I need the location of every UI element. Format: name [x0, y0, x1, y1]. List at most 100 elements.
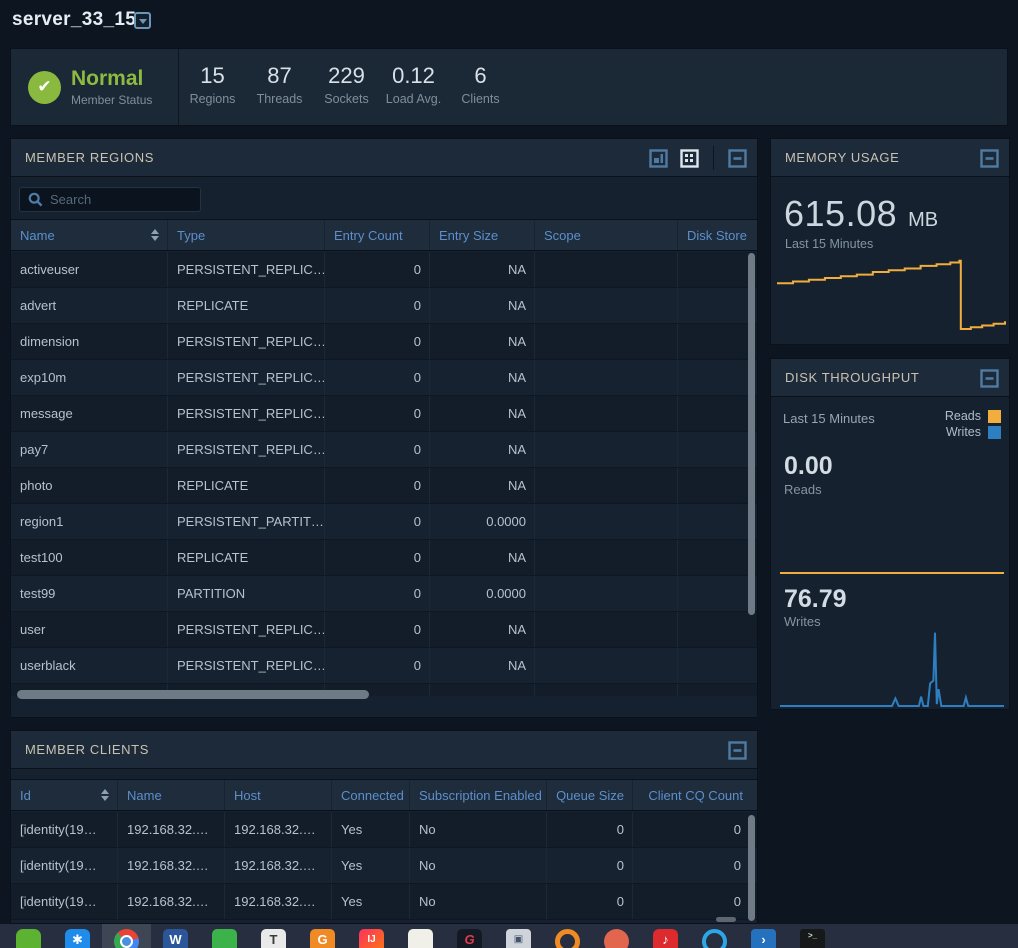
stat-value: 6	[447, 63, 514, 89]
regions-vertical-scrollbar[interactable]	[748, 253, 755, 615]
taskbar-icon-word[interactable]: W	[151, 924, 200, 948]
stat-label: Regions	[179, 92, 246, 106]
taskbar-icon-bluestar[interactable]: ✱	[53, 924, 102, 948]
status-value: Normal	[71, 68, 152, 90]
region-scope-cell	[535, 576, 678, 611]
region-entry-count-cell: 0	[325, 504, 430, 539]
taskbar-icon-file-manager[interactable]: ▣	[494, 924, 543, 948]
memory-unit: MB	[908, 209, 938, 232]
region-name-cell: test100	[11, 540, 168, 575]
column-header-entry-count[interactable]: Entry Count	[325, 220, 430, 250]
region-name-cell: dimension	[11, 324, 168, 359]
regions-horizontal-scrollbar[interactable]	[17, 690, 369, 699]
collapse-icon[interactable]	[728, 741, 747, 760]
taskbar-icon-intellij[interactable]: IJ	[347, 924, 396, 948]
region-row[interactable]: test99 PARTITION 0 0.0000	[11, 576, 757, 612]
region-row[interactable]: activeuser PERSISTENT_REPLIC… 0 NA	[11, 252, 757, 288]
collapse-icon[interactable]	[980, 369, 999, 388]
region-scope-cell	[535, 360, 678, 395]
region-row[interactable]: exp10m PERSISTENT_REPLIC… 0 NA	[11, 360, 757, 396]
column-header-disk-store[interactable]: Disk Store	[678, 220, 757, 250]
client-row[interactable]: [identity(19… 192.168.32.… 192.168.32.… …	[11, 848, 757, 884]
taskbar-icon-goland[interactable]: G	[445, 924, 494, 948]
taskbar-icon-gradle-orange[interactable]: G	[298, 924, 347, 948]
region-entry-size-cell: NA	[430, 396, 535, 431]
region-row[interactable]: pay7 PERSISTENT_REPLIC… 0 NA	[11, 432, 757, 468]
column-header-subscription-enabled[interactable]: Subscription Enabled	[410, 780, 547, 810]
client-host-cell: 192.168.32.…	[225, 848, 332, 883]
client-row[interactable]: [identity(19… 192.168.32.… 192.168.32.… …	[11, 884, 757, 920]
collapse-icon[interactable]	[728, 149, 747, 168]
region-row[interactable]: photo REPLICATE 0 NA	[11, 468, 757, 504]
stat-value: 87	[246, 63, 313, 89]
region-row[interactable]: dimension PERSISTENT_REPLIC… 0 NA	[11, 324, 757, 360]
region-disk-store-cell	[678, 360, 757, 395]
stat: 229 Sockets	[313, 63, 380, 125]
treemap-view-icon[interactable]	[649, 149, 668, 168]
region-row[interactable]: test100 REPLICATE 0 NA	[11, 540, 757, 576]
taskbar-icon-notes[interactable]	[200, 924, 249, 948]
taskbar-icon-orange-ring[interactable]	[543, 924, 592, 948]
page-header: server_33_15	[0, 0, 1018, 46]
region-entry-count-cell: 0	[325, 252, 430, 287]
column-header-client-cq-count[interactable]: Client CQ Count	[633, 780, 757, 810]
chevron-down-icon	[139, 19, 147, 24]
taskbar-icon-blue-ring[interactable]	[690, 924, 739, 948]
column-header-queue-size[interactable]: Queue Size	[547, 780, 633, 810]
region-row[interactable]: message PERSISTENT_REPLIC… 0 NA	[11, 396, 757, 432]
region-row[interactable]: userblack PERSISTENT_REPLIC… 0 NA	[11, 648, 757, 684]
region-disk-store-cell	[678, 432, 757, 467]
column-header-scope[interactable]: Scope	[535, 220, 678, 250]
stat-label: Threads	[246, 92, 313, 106]
reads-value: 0.00	[784, 452, 833, 481]
taskbar-icon-typora[interactable]: T	[249, 924, 298, 948]
page-title: server_33_15	[12, 9, 136, 31]
regions-search	[19, 187, 201, 212]
column-header-name[interactable]: Name	[11, 220, 168, 250]
clients-horizontal-scrollbar[interactable]	[716, 917, 736, 922]
region-row[interactable]: advert REPLICATE 0 NA	[11, 288, 757, 324]
region-scope-cell	[535, 684, 678, 696]
taskbar-icon-wechat[interactable]	[4, 924, 53, 948]
taskbar-icon-chrome[interactable]	[102, 924, 151, 948]
region-entry-count-cell: 0	[325, 612, 430, 647]
taskbar-icon-music[interactable]: ♪	[641, 924, 690, 948]
client-cq-count-cell: 0	[633, 884, 757, 919]
regions-table-header: Name Type Entry Count Entry Size Scope D…	[11, 219, 757, 251]
memory-usage-header: MEMORY USAGE	[771, 139, 1009, 177]
column-header-host[interactable]: Host	[225, 780, 332, 810]
taskbar-icon-editor[interactable]	[396, 924, 445, 948]
taskbar-icon-powershell[interactable]: ›	[739, 924, 788, 948]
region-type-cell: PARTITION	[168, 576, 325, 611]
member-clients-header: MEMBER CLIENTS	[11, 731, 757, 769]
stat: 6 Clients	[447, 63, 514, 125]
region-entry-size-cell: 0.0000	[430, 504, 535, 539]
clients-vertical-scrollbar[interactable]	[748, 815, 755, 921]
column-header-name[interactable]: Name	[118, 780, 225, 810]
sort-icon[interactable]	[101, 789, 109, 801]
column-header-id[interactable]: Id	[11, 780, 118, 810]
taskbar-icon-terminal[interactable]: >_	[788, 924, 837, 948]
collapse-icon[interactable]	[980, 149, 999, 168]
client-id-cell: [identity(19…	[11, 884, 118, 919]
column-header-type[interactable]: Type	[168, 220, 325, 250]
region-disk-store-cell	[678, 612, 757, 647]
column-header-connected[interactable]: Connected	[332, 780, 410, 810]
region-type-cell: PERSISTENT_PARTIT…	[168, 504, 325, 539]
memory-usage-panel: MEMORY USAGE 615.08 MB Last 15 Minutes	[770, 138, 1010, 345]
client-row[interactable]: [identity(19… 192.168.32.… 192.168.32.… …	[11, 812, 757, 848]
grid-view-icon[interactable]	[680, 149, 699, 168]
member-dropdown-icon[interactable]	[134, 12, 151, 29]
region-name-cell: photo	[11, 468, 168, 503]
region-name-cell: activeuser	[11, 252, 168, 287]
search-input[interactable]	[50, 192, 200, 207]
region-name-cell: exp10m	[11, 360, 168, 395]
region-row[interactable]: region1 PERSISTENT_PARTIT… 0 0.0000	[11, 504, 757, 540]
sort-icon[interactable]	[151, 229, 159, 241]
region-row[interactable]: user PERSISTENT_REPLIC… 0 NA	[11, 612, 757, 648]
column-header-entry-size[interactable]: Entry Size	[430, 220, 535, 250]
taskbar-icon-snail[interactable]	[592, 924, 641, 948]
region-entry-count-cell: 0	[325, 288, 430, 323]
client-host-cell: 192.168.32.…	[225, 884, 332, 919]
region-entry-size-cell: NA	[430, 540, 535, 575]
